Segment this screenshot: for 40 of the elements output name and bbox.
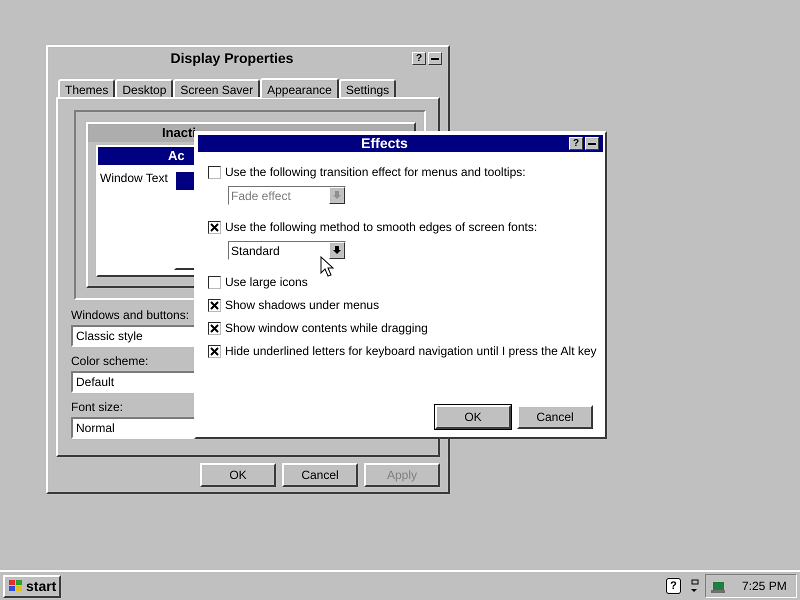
minimize-button[interactable] [585,137,599,150]
field-label: Font size: [71,399,124,415]
window-title: Inacti [162,124,196,142]
tab[interactable]: Screen Saver [173,79,260,97]
dialog-button[interactable]: OK [435,405,511,429]
checkbox[interactable] [208,220,221,234]
restore-icon[interactable] [689,579,699,593]
checkbox[interactable] [208,298,221,312]
help-button[interactable]: ? [569,137,583,150]
dialog-button[interactable]: OK [200,463,276,487]
field-label: Color scheme: [71,353,148,369]
checkbox[interactable] [208,344,221,358]
window-title: Ac [168,147,185,166]
dialog-button[interactable]: Cancel [282,463,358,487]
tab[interactable]: Appearance [260,78,339,98]
checkbox[interactable] [208,322,221,334]
dialog-button[interactable]: Cancel [517,405,593,429]
help-button[interactable]: ? [412,52,426,65]
dropdown-field[interactable]: Standard [228,241,346,260]
windows-logo-icon [8,579,24,593]
checkbox-label: Use the following method to smooth edges of screen fonts: [225,219,538,236]
window-title: Display Properties [170,49,294,68]
minimize-icon [431,58,439,60]
checkbox-label: Use large icons [225,274,308,291]
checkbox-label: Use the following transition effect for menus and tooltips: [225,164,526,181]
tab[interactable]: Desktop [115,79,174,97]
checkbox[interactable] [208,166,221,178]
checkbox[interactable] [208,276,221,288]
window-title: Effects [360,134,409,153]
checkbox-label: Show shadows under menus [225,297,380,314]
tab[interactable]: Themes [58,79,116,97]
tab[interactable]: Settings [338,79,396,97]
clock: 7:25 PM [742,578,787,595]
start-button[interactable]: start [3,574,62,598]
window-text: Window Text [100,170,168,187]
minimize-icon [588,142,596,144]
minimize-button[interactable] [428,52,442,65]
field-label: Windows and buttons: [71,307,190,323]
cursor-icon [320,256,334,277]
help-icon[interactable]: ? [666,578,681,594]
